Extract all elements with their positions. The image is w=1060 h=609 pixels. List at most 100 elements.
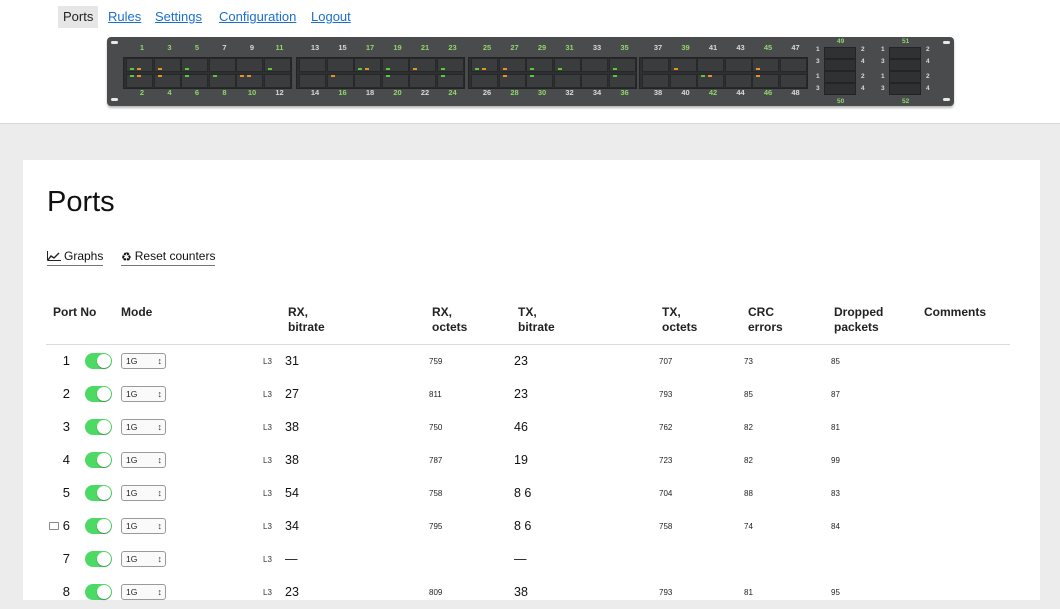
mode-select[interactable]: 1G ↕ — [121, 386, 166, 402]
port-enable-toggle[interactable] — [85, 353, 112, 369]
sfp-port[interactable] — [889, 71, 921, 83]
port-number: 8 — [62, 584, 70, 599]
port-enable-toggle[interactable] — [85, 386, 112, 402]
ethernet-port[interactable] — [354, 74, 381, 88]
ethernet-port[interactable] — [642, 58, 669, 72]
ethernet-port[interactable] — [181, 74, 208, 88]
ethernet-port[interactable] — [498, 58, 526, 72]
tx-octets: 704 — [659, 489, 673, 498]
ethernet-port[interactable] — [263, 74, 291, 88]
ethernet-port[interactable] — [697, 74, 724, 88]
port-label: 4 — [167, 88, 172, 97]
crc-errors: 82 — [744, 456, 753, 465]
ethernet-port[interactable] — [471, 58, 498, 72]
sfp-port[interactable] — [889, 83, 921, 95]
sfp-port[interactable] — [824, 71, 856, 83]
port-label: 26 — [482, 88, 492, 97]
port-label: 16 — [338, 88, 347, 97]
header-tx-octets: TX, octets — [662, 305, 698, 334]
dropped-packets: 83 — [831, 489, 840, 498]
ethernet-port[interactable] — [553, 58, 581, 72]
link-led — [385, 75, 390, 77]
port-enable-toggle[interactable] — [85, 452, 112, 468]
ethernet-port[interactable] — [326, 74, 354, 88]
port-enable-toggle[interactable] — [85, 551, 112, 567]
port-enable-toggle[interactable] — [85, 584, 112, 600]
ethernet-port[interactable] — [381, 58, 409, 72]
sfp-port[interactable] — [889, 59, 921, 71]
ethernet-port[interactable] — [581, 58, 608, 72]
ethernet-port[interactable] — [263, 58, 291, 72]
ethernet-port[interactable] — [153, 58, 181, 72]
ethernet-port[interactable] — [724, 74, 752, 88]
ethernet-port[interactable] — [608, 58, 636, 72]
header-port-no: Port No — [53, 305, 97, 319]
ethernet-port[interactable] — [752, 58, 779, 72]
mode-select[interactable]: 1G ↕ — [121, 518, 166, 534]
ethernet-port[interactable] — [498, 74, 526, 88]
ethernet-port[interactable] — [208, 58, 236, 72]
link-led — [756, 75, 760, 77]
sfp-port[interactable] — [824, 47, 856, 59]
link-led — [557, 68, 562, 70]
ethernet-port[interactable] — [724, 58, 752, 72]
ethernet-port[interactable] — [553, 74, 581, 88]
ethernet-port[interactable] — [354, 58, 381, 72]
mode-select[interactable]: 1G ↕ — [121, 452, 166, 468]
ethernet-port[interactable] — [526, 74, 553, 88]
port-number: 1 — [62, 353, 70, 368]
ethernet-port[interactable] — [669, 74, 697, 88]
port-enable-toggle[interactable] — [85, 518, 112, 534]
ethernet-port[interactable] — [779, 74, 807, 88]
ethernet-port[interactable] — [436, 58, 464, 72]
ethernet-port[interactable] — [236, 58, 263, 72]
port-enable-toggle[interactable] — [85, 419, 112, 435]
port-label: 35 — [620, 43, 629, 52]
sfp-port[interactable] — [824, 59, 856, 71]
port-label: 24 — [448, 88, 457, 97]
tx-bitrate: 19 — [514, 453, 528, 467]
ethernet-port[interactable] — [326, 58, 354, 72]
ethernet-port[interactable] — [299, 58, 326, 72]
ethernet-port[interactable] — [208, 74, 236, 88]
reset-counters-link[interactable]: ♻ Reset counters — [121, 249, 216, 266]
page-title: Ports — [47, 186, 115, 218]
mode-select[interactable]: 1G ↕ — [121, 419, 166, 435]
nav-settings[interactable]: Settings — [155, 6, 202, 28]
mode-select[interactable]: 1G ↕ — [121, 485, 166, 501]
nav-configuration[interactable]: Configuration — [219, 6, 296, 28]
ethernet-port[interactable] — [299, 74, 326, 88]
ethernet-port[interactable] — [153, 74, 181, 88]
ethernet-port[interactable] — [697, 58, 724, 72]
port-label: 25 — [482, 43, 492, 52]
ethernet-port[interactable] — [236, 74, 263, 88]
ethernet-port[interactable] — [779, 58, 807, 72]
ethernet-port[interactable] — [608, 74, 636, 88]
ethernet-port[interactable] — [436, 74, 464, 88]
mode-select[interactable]: 1G ↕ — [121, 551, 166, 567]
sfp-port[interactable] — [824, 83, 856, 95]
graphs-link[interactable]: Graphs — [47, 249, 104, 266]
nav-rules[interactable]: Rules — [108, 6, 141, 28]
ethernet-port[interactable] — [752, 74, 779, 88]
nav-logout[interactable]: Logout — [311, 6, 351, 28]
layer-label: L3 — [263, 522, 272, 531]
ethernet-port[interactable] — [581, 74, 608, 88]
ethernet-port[interactable] — [126, 58, 153, 72]
ethernet-port[interactable] — [642, 74, 669, 88]
ethernet-port[interactable] — [409, 74, 436, 88]
layer-label: L3 — [263, 456, 272, 465]
ethernet-port[interactable] — [381, 74, 409, 88]
ethernet-port[interactable] — [669, 58, 697, 72]
ethernet-port[interactable] — [181, 58, 208, 72]
ethernet-port[interactable] — [409, 58, 436, 72]
ethernet-port[interactable] — [126, 74, 153, 88]
sfp-port[interactable] — [889, 47, 921, 59]
mode-select[interactable]: 1G ↕ — [121, 353, 166, 369]
nav-ports[interactable]: Ports — [58, 6, 99, 28]
ethernet-port[interactable] — [526, 58, 553, 72]
port-label: 10 — [247, 88, 257, 97]
port-enable-toggle[interactable] — [85, 485, 112, 501]
ethernet-port[interactable] — [471, 74, 498, 88]
mode-select[interactable]: 1G ↕ — [121, 584, 166, 600]
